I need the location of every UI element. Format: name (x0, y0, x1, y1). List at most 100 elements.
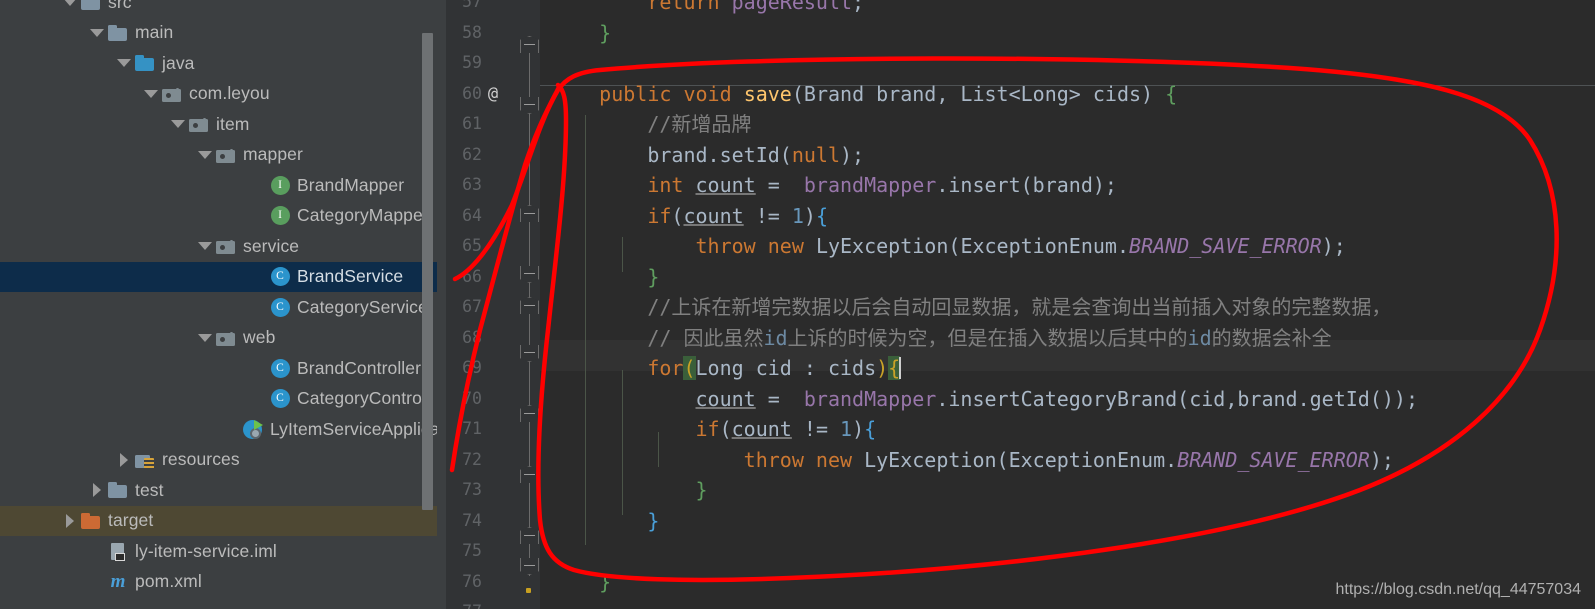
tree-item-label: mapper (243, 144, 303, 165)
code-line-66[interactable]: } (540, 262, 1595, 293)
tree-item-brandmapper[interactable]: I BrandMapper (0, 170, 437, 201)
fold-marker[interactable] (520, 527, 539, 544)
code-line-60[interactable]: public void save(Brand brand, List<Long>… (540, 79, 1595, 110)
code-fold-column[interactable] (519, 0, 540, 609)
code-line-58[interactable]: } (540, 18, 1595, 49)
fold-marker[interactable] (520, 558, 539, 575)
chevron-right-icon[interactable] (116, 452, 132, 468)
tree-item-service[interactable]: service (0, 231, 437, 262)
fold-marker[interactable] (520, 36, 539, 53)
fold-marker[interactable] (520, 297, 539, 314)
line-number: 61 (462, 114, 482, 133)
maven-icon: m (110, 570, 126, 592)
line-number: 60 (462, 83, 482, 103)
tree-indent-spacer (0, 246, 197, 247)
tree-item-web[interactable]: web (0, 323, 437, 354)
no-chevron-spacer (89, 574, 105, 590)
code-line-61[interactable]: //新增品牌 (540, 109, 1595, 140)
tree-item-label: CategoryService (297, 296, 428, 317)
tree-item-brandservice[interactable]: C BrandService (0, 261, 437, 292)
resources-folder-icon (135, 451, 155, 469)
line-number: 77 (437, 597, 482, 609)
code-line-75[interactable] (540, 536, 1595, 567)
code-line-73[interactable]: } (540, 475, 1595, 506)
tree-indent-spacer (0, 368, 251, 369)
package-folder-icon (216, 329, 236, 347)
tree-item-categoryservice[interactable]: C CategoryService (0, 292, 437, 323)
fold-marker[interactable] (520, 97, 539, 114)
line-number: 72 (462, 449, 482, 469)
code-line-64[interactable]: if(count != 1){ (540, 201, 1595, 232)
code-line-74[interactable]: } (540, 506, 1595, 537)
chevron-down-icon[interactable] (143, 86, 159, 102)
tree-item-label: LyItemServiceApplicatio (270, 418, 437, 439)
tree-item-com-leyou[interactable]: com.leyou (0, 79, 437, 110)
fold-marker[interactable] (520, 266, 539, 283)
line-number: 70 (462, 388, 482, 408)
code-line-71[interactable]: if(count != 1){ (540, 414, 1595, 445)
code-editor[interactable]: 57 58 59 60 @61 62 63 64 65 66 67 68 69 70 71 72 73 74 75 7… (437, 0, 1595, 609)
tree-item-lyitemserviceapplicatio[interactable]: LyItemServiceApplicatio (0, 414, 437, 445)
code-line-70[interactable]: count = brandMapper.insertCategoryBrand(… (540, 384, 1595, 415)
chevron-down-icon[interactable] (116, 55, 132, 71)
fold-marker[interactable] (520, 466, 539, 483)
tree-item-resources[interactable]: resources (0, 445, 437, 476)
code-line-72[interactable]: throw new LyException(ExceptionEnum.BRAN… (540, 445, 1595, 476)
fold-marker[interactable] (520, 205, 539, 222)
line-number: 63 (462, 175, 482, 194)
tree-item-label: BrandController (297, 357, 422, 378)
no-chevron-spacer (224, 421, 240, 437)
code-line-67[interactable]: //上诉在新增完数据以后会自动回显数据，就是会查询出当前插入对象的完整数据， (540, 292, 1595, 323)
iml-file-icon (108, 542, 128, 562)
tree-item-categorycontroll[interactable]: C CategoryControll (0, 384, 437, 415)
tree-item-label: src (108, 0, 132, 12)
tree-item-test[interactable]: test (0, 475, 437, 506)
tree-item-pom-xml[interactable]: m pom.xml (0, 567, 437, 598)
chevron-down-icon[interactable] (89, 25, 105, 41)
code-line-62[interactable]: brand.setId(null); (540, 140, 1595, 171)
code-line-57[interactable]: return pageResult; (540, 0, 1595, 18)
code-line-65[interactable]: throw new LyException(ExceptionEnum.BRAN… (540, 231, 1595, 262)
tree-item-categorymapper[interactable]: I CategoryMapper (0, 201, 437, 232)
chevron-down-icon[interactable] (62, 0, 78, 10)
chevron-right-icon[interactable] (89, 482, 105, 498)
line-number: 76 (462, 571, 482, 591)
code-line-59[interactable] (540, 48, 1595, 79)
tree-item-label: java (162, 52, 195, 73)
tree-item-item[interactable]: item (0, 109, 437, 140)
tree-item-main[interactable]: main (0, 18, 437, 49)
tree-indent-spacer (0, 93, 143, 94)
tree-indent-spacer (0, 215, 251, 216)
editor-gutter[interactable]: 57 58 59 60 @61 62 63 64 65 66 67 68 69 70 71 72 73 74 75 7… (437, 0, 540, 609)
annotation-gutter-icon[interactable]: @ (483, 79, 503, 110)
icon-letter: I (270, 175, 290, 195)
tree-item-label: CategoryControll (297, 388, 430, 409)
code-line-68[interactable]: // 因此虽然id上诉的时候为空，但是在插入数据以后其中的id的数据会补全 (540, 323, 1595, 354)
code-line-69[interactable]: for(Long cid : cids){ (540, 353, 1595, 384)
tree-item-src[interactable]: src (0, 0, 437, 18)
no-chevron-spacer (251, 360, 267, 376)
tree-indent-spacer (0, 2, 62, 3)
chevron-down-icon[interactable] (197, 147, 213, 163)
fold-marker[interactable] (520, 405, 539, 422)
line-number: 58 (462, 22, 482, 42)
line-number: 75 (462, 541, 482, 560)
chevron-down-icon[interactable] (170, 116, 186, 132)
icon-letter: I (270, 206, 290, 226)
line-number: 64 (462, 205, 482, 225)
ide-window: src main java com.leyou item mapper I BrandMapp… (0, 0, 1595, 609)
tree-item-target[interactable]: target (0, 505, 437, 536)
tree-item-brandcontroller[interactable]: C BrandController (0, 353, 437, 384)
tree-item-ly-item-service-iml[interactable]: ly-item-service.iml (0, 536, 437, 567)
project-tree-panel[interactable]: src main java com.leyou item mapper I BrandMapp… (0, 0, 437, 609)
tree-item-java[interactable]: java (0, 48, 437, 79)
fold-marker[interactable] (520, 345, 539, 362)
chevron-down-icon[interactable] (197, 238, 213, 254)
chevron-right-icon[interactable] (62, 513, 78, 529)
code-line-63[interactable]: int count = brandMapper.insert(brand); (540, 170, 1595, 201)
project-tree-scrollbar[interactable] (422, 33, 433, 510)
chevron-down-icon[interactable] (197, 330, 213, 346)
tree-item-label: ly-item-service.iml (135, 540, 277, 561)
tree-item-mapper[interactable]: mapper (0, 140, 437, 171)
code-text-area[interactable]: return pageResult; } public void save(Br… (540, 0, 1595, 609)
